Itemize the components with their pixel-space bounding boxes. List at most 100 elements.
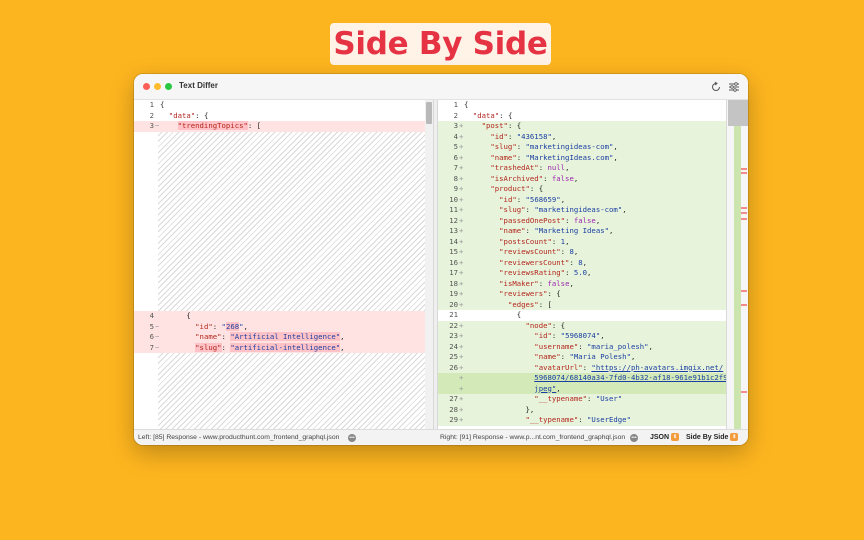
code-line[interactable]: 29 + "__typename": "UserEdge" bbox=[438, 415, 726, 426]
line-number: 25 bbox=[449, 352, 458, 361]
diff-overview-minimap[interactable] bbox=[726, 100, 748, 429]
line-number: 1 bbox=[149, 100, 154, 109]
code-line[interactable]: 13 + "name": "Marketing Ideas", bbox=[438, 226, 726, 237]
minimap-change-tick bbox=[741, 290, 747, 292]
mode-label: Side By Side bbox=[686, 433, 729, 441]
window-title: Text Differ bbox=[179, 81, 218, 90]
code-text: "node": { bbox=[525, 320, 566, 330]
code-line[interactable]: 27 + "__typename": "User" bbox=[438, 394, 726, 405]
code-text: "id": "5968074", bbox=[534, 331, 605, 340]
zoom-button[interactable] bbox=[165, 83, 172, 90]
format-label: JSON bbox=[650, 433, 670, 441]
code-line[interactable]: + jpeg", bbox=[438, 383, 726, 394]
right-more-icon[interactable]: ••• bbox=[630, 434, 638, 442]
code-text: "trashedAt": null, bbox=[490, 163, 570, 172]
line-number: 19 bbox=[449, 289, 458, 298]
left-scroll-thumb[interactable] bbox=[426, 102, 432, 124]
minimap-change-tick bbox=[741, 212, 747, 214]
code-text: "name": "MarketingIdeas.com", bbox=[490, 152, 618, 162]
left-scrollbar[interactable] bbox=[425, 100, 433, 429]
code-text: "data": { bbox=[168, 110, 209, 120]
code-line[interactable]: 14 + "postsCount": 1, bbox=[438, 236, 726, 247]
line-number: 6 bbox=[149, 332, 154, 341]
line-number: 14 bbox=[449, 236, 458, 246]
line-number: 21 bbox=[449, 310, 458, 319]
code-text: "name": "Maria Polesh", bbox=[534, 352, 636, 361]
code-line[interactable]: 20 + "edges": [ bbox=[438, 299, 726, 310]
line-number: 12 bbox=[449, 215, 458, 225]
line-number: 2 bbox=[453, 110, 458, 120]
minimap-change-tick bbox=[741, 207, 747, 209]
left-file-label: Left: [85] Response - www.producthunt.co… bbox=[138, 434, 340, 441]
minimap-change-tick bbox=[741, 218, 747, 220]
code-line[interactable]: 17 + "reviewsRating": 5.0, bbox=[438, 268, 726, 279]
code-line[interactable]: 25 + "name": "Maria Polesh", bbox=[438, 352, 726, 363]
right-editor-pane[interactable]: 1{2 "data": {3 + "post": {4 + "id": "43615… bbox=[438, 100, 726, 429]
code-line[interactable]: 19 + "reviewers": { bbox=[438, 289, 726, 300]
code-line[interactable]: 10 + "id": "568659", bbox=[438, 194, 726, 205]
line-number: 22 bbox=[449, 320, 458, 330]
chevron-updown-icon: ⇕ bbox=[671, 433, 680, 441]
code-line[interactable]: 28 + }, bbox=[438, 404, 726, 415]
code-line[interactable]: 6− "name": "Artificial Intelligence", bbox=[134, 332, 433, 343]
code-line[interactable]: 7− "slug": "artificial-intelligence", bbox=[134, 342, 433, 353]
line-number: 8 bbox=[453, 173, 458, 183]
line-number: 5 bbox=[149, 321, 154, 331]
left-editor-pane[interactable]: 1{2 "data": {3− "trendingTopics": [ 4 {5−… bbox=[134, 100, 433, 429]
line-number: 9 bbox=[453, 184, 458, 193]
refresh-icon[interactable] bbox=[710, 81, 722, 93]
minimap-viewport-thumb[interactable] bbox=[728, 100, 748, 126]
code-line[interactable]: 18 + "isMaker": false, bbox=[438, 278, 726, 289]
code-line[interactable]: 22 + "node": { bbox=[438, 320, 726, 331]
line-number: 3 bbox=[453, 121, 458, 130]
code-line[interactable]: 5 + "slug": "marketingideas-com", bbox=[438, 142, 726, 153]
status-bar: Left: [85] Response - www.producthunt.co… bbox=[134, 429, 748, 445]
code-line[interactable]: 9 + "product": { bbox=[438, 184, 726, 195]
code-line[interactable]: 6 + "name": "MarketingIdeas.com", bbox=[438, 152, 726, 163]
code-line[interactable]: 21 { bbox=[438, 310, 726, 321]
line-number: 26 bbox=[449, 362, 458, 372]
code-line[interactable]: 2 "data": { bbox=[438, 111, 726, 122]
code-line[interactable]: 1{ bbox=[134, 100, 433, 111]
code-text: "id": "568659", bbox=[499, 194, 566, 204]
settings-sliders-icon[interactable] bbox=[728, 81, 740, 93]
code-line[interactable]: 1{ bbox=[438, 100, 726, 111]
code-text: "post": { bbox=[481, 121, 522, 130]
code-line[interactable]: 2 "data": { bbox=[134, 111, 433, 122]
code-text: "slug": "marketingideas-com", bbox=[490, 142, 618, 151]
code-line[interactable]: 12 + "passedOnePost": false, bbox=[438, 215, 726, 226]
code-line[interactable]: 4 + "id": "436158", bbox=[438, 131, 726, 142]
minimize-button[interactable] bbox=[154, 83, 161, 90]
line-number: 5 bbox=[453, 142, 458, 151]
code-text: "slug": "artificial-intelligence", bbox=[195, 342, 345, 352]
line-number: 15 bbox=[449, 247, 458, 256]
code-line[interactable]: 11 + "slug": "marketingideas-com", bbox=[438, 205, 726, 216]
code-line[interactable]: 3− "trendingTopics": [ bbox=[134, 121, 433, 132]
code-text: "__typename": "UserEdge" bbox=[525, 415, 631, 424]
left-missing-region-bottom bbox=[158, 353, 425, 429]
format-selector[interactable]: JSON ⇕ bbox=[650, 433, 680, 443]
code-line[interactable]: 3 + "post": { bbox=[438, 121, 726, 132]
code-line[interactable]: 8 + "isArchived": false, bbox=[438, 173, 726, 184]
code-line[interactable]: 24 + "username": "maria_polesh", bbox=[438, 341, 726, 352]
code-line[interactable]: 15 + "reviewsCount": 8, bbox=[438, 247, 726, 258]
line-number: 7 bbox=[453, 163, 458, 172]
code-line[interactable]: 5− "id": "268", bbox=[134, 321, 433, 332]
code-text: "edges": [ bbox=[507, 299, 552, 309]
code-text: { bbox=[464, 100, 469, 109]
code-line[interactable]: 23 + "id": "5968074", bbox=[438, 331, 726, 342]
code-text: "id": "436158", bbox=[490, 131, 557, 141]
line-number: 24 bbox=[449, 341, 458, 351]
code-line[interactable]: 26 + "avatarUrl": "https://ph-avatars.img… bbox=[438, 362, 726, 373]
line-number: 10 bbox=[449, 194, 458, 204]
line-number: 7 bbox=[149, 342, 154, 352]
code-line[interactable]: 4 { bbox=[134, 311, 433, 322]
app-window: Text Differ 1{2 "data": {3− "trendingTop… bbox=[134, 74, 748, 445]
code-line[interactable]: 16 + "reviewersCount": 8, bbox=[438, 257, 726, 268]
mode-selector[interactable]: Side By Side ⇕ bbox=[686, 433, 739, 443]
code-line[interactable]: + 5968074/68140a34-7fd0-4b32-af18-961e91… bbox=[438, 373, 726, 384]
line-number: 4 bbox=[453, 131, 458, 141]
close-button[interactable] bbox=[143, 83, 150, 90]
left-more-icon[interactable]: ••• bbox=[348, 434, 356, 442]
code-line[interactable]: 7 + "trashedAt": null, bbox=[438, 163, 726, 174]
